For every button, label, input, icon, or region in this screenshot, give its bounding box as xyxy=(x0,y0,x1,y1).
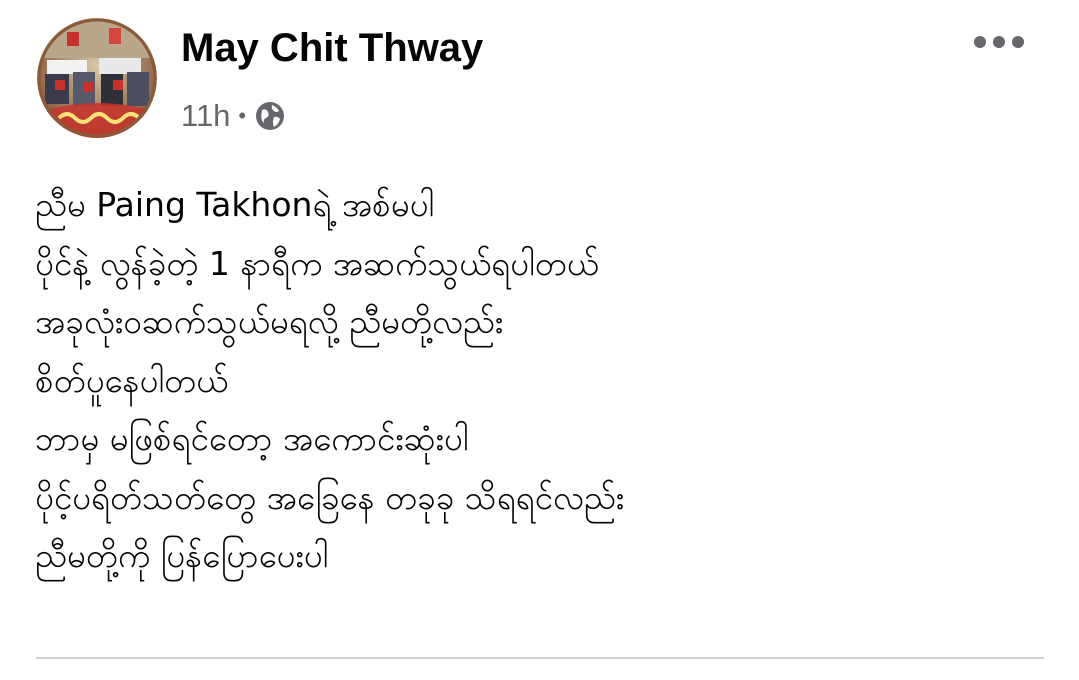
post-line: ညီမတို့ကို ပြန်ပြောပေးပါ xyxy=(35,536,329,575)
meta-separator: • xyxy=(238,103,247,128)
post-line: အခုလုံးဝဆက်သွယ်မရလို့ ညီမတို့လည်း xyxy=(35,302,504,341)
author-name[interactable]: May Chit Thway xyxy=(181,24,483,72)
post-body: ညီမ Paing Takhonရဲ့ အစ်မပါ ပိုင်နဲ့ လွန်… xyxy=(35,176,1045,586)
more-options-icon xyxy=(974,36,1024,48)
post-line: စိတ်ပူနေပါတယ် xyxy=(35,360,229,400)
post-line: ပိုင့်ပရိတ်သတ်တွေ အခြေနေ တခုခု သိရရင်လည်… xyxy=(35,477,625,517)
post-meta: 11h • xyxy=(181,94,286,138)
post-line: ညီမ Paing Takhonရဲ့ အစ်မပါ xyxy=(35,185,435,224)
post-line: ဘာမှ မဖြစ်ရင်တော့ အကောင်းဆုံးပါ xyxy=(35,419,469,458)
more-options-button[interactable] xyxy=(968,24,1030,60)
author-avatar[interactable] xyxy=(37,18,157,138)
post-timestamp[interactable]: 11h xyxy=(181,98,230,134)
post-line: ပိုင်နဲ့ လွန်ခဲ့တဲ့ 1 နာရီက အဆက်သွယ်ရပါတ… xyxy=(35,243,599,283)
avatar-image xyxy=(37,18,157,138)
post-divider xyxy=(36,657,1044,659)
facebook-post: May Chit Thway 11h • ညီမ Paing Takhonရဲ့… xyxy=(0,0,1079,680)
globe-icon[interactable] xyxy=(254,100,286,132)
